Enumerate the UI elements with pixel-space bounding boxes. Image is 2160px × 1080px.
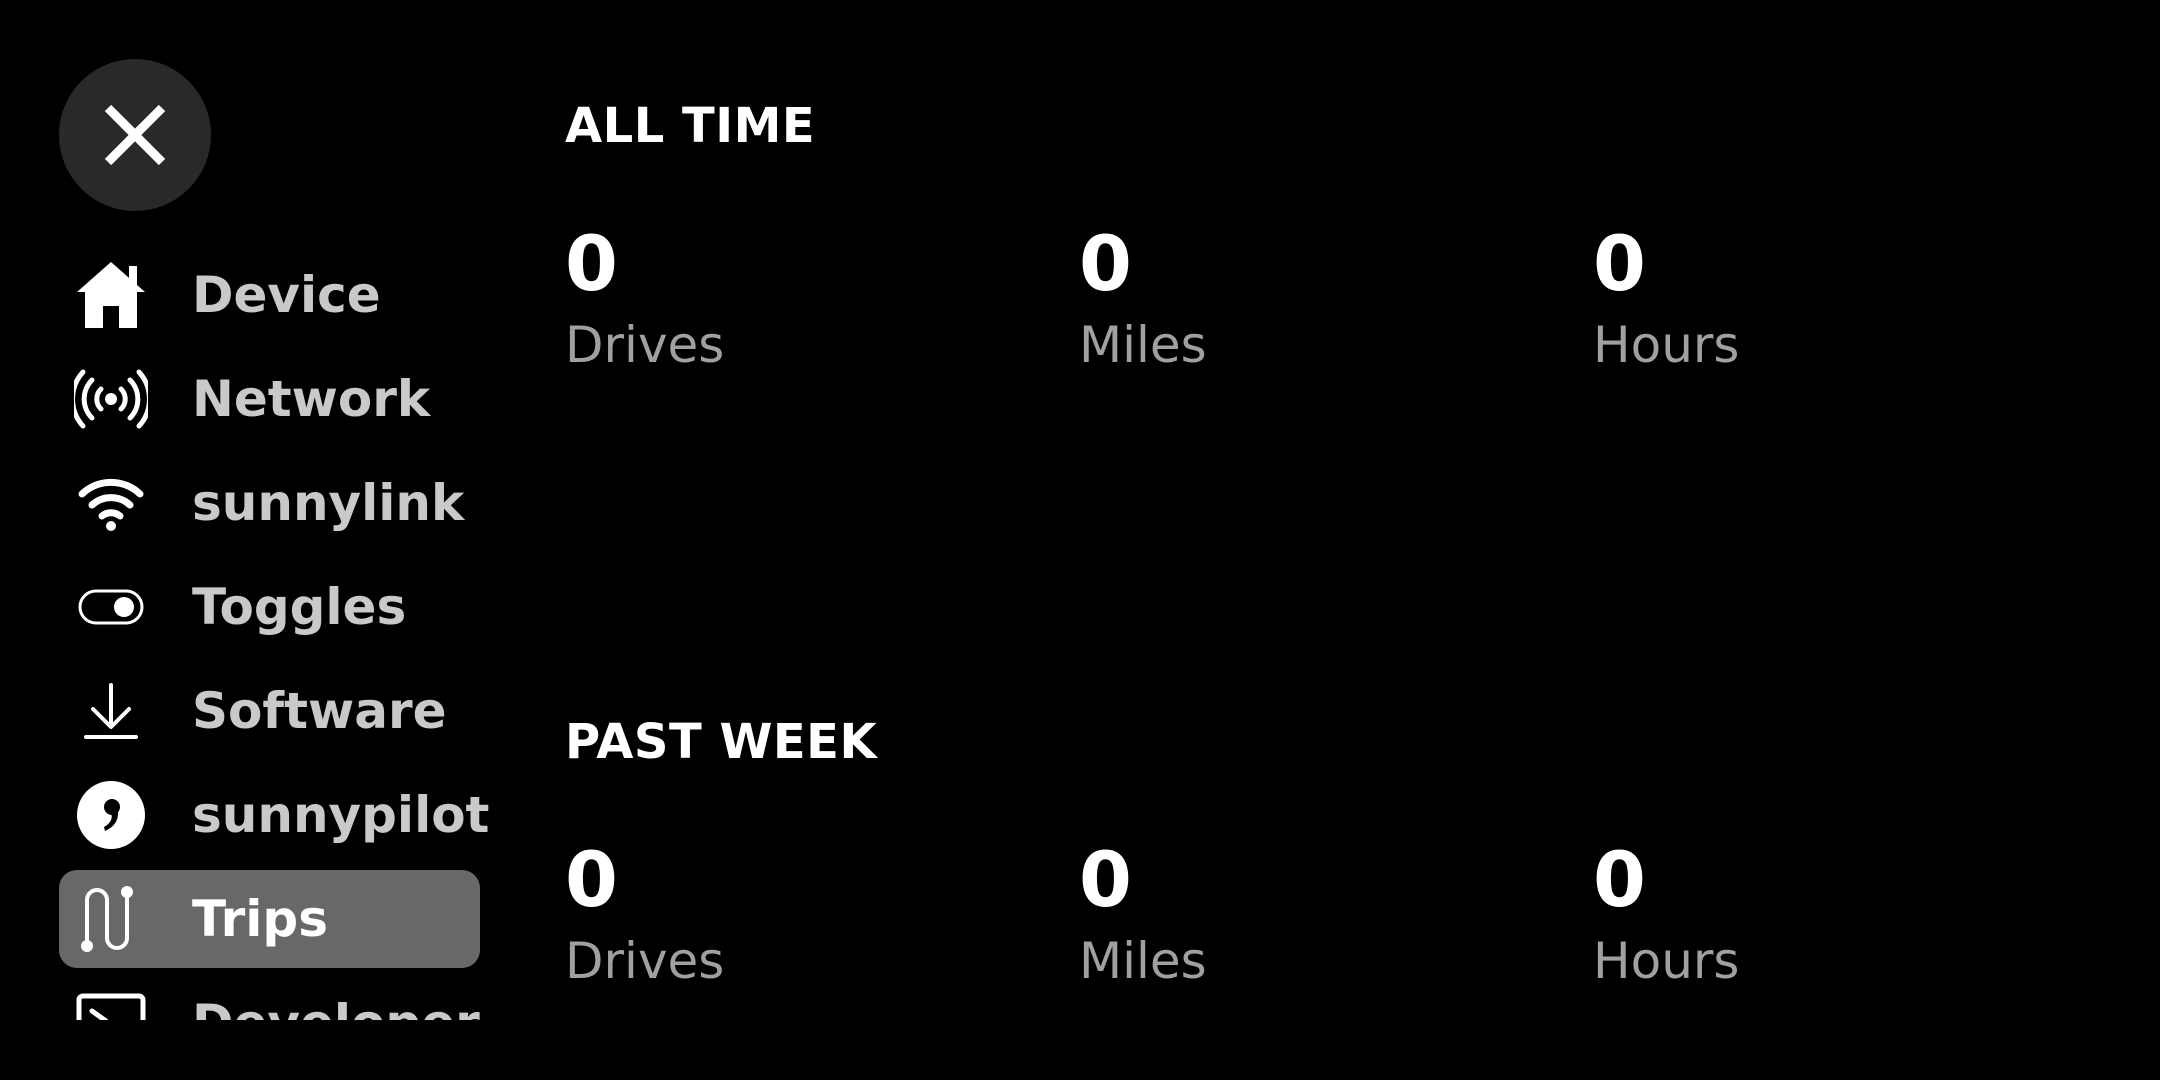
sunnypilot-logo-icon (73, 780, 149, 850)
sidebar-item-toggles[interactable]: Toggles (59, 558, 480, 656)
sidebar-item-device[interactable]: Device (59, 246, 480, 344)
sidebar-item-software[interactable]: Software (59, 662, 480, 760)
stat-unit: Drives (565, 932, 725, 990)
stat-unit: Miles (1079, 316, 1207, 374)
trips-settings-screen: Device Network sunnylink Toggles Softwar… (0, 0, 2160, 1080)
stat-value: 0 (1079, 835, 1132, 924)
stat-value: 0 (565, 835, 618, 924)
sidebar-item-sunnylink[interactable]: sunnylink (59, 454, 480, 552)
sidebar-item-label: Network (192, 370, 431, 428)
stat-unit: Drives (565, 316, 725, 374)
stat-value: 0 (565, 219, 618, 308)
sidebar-item-label: sunnylink (192, 474, 465, 532)
sidebar-item-label: Developer (192, 994, 480, 1020)
sidebar-nav: Device Network sunnylink Toggles Softwar… (0, 240, 500, 1020)
stat-unit: Miles (1079, 932, 1207, 990)
close-icon (104, 104, 166, 166)
terminal-icon (73, 988, 149, 1020)
wifi-icon (73, 468, 149, 538)
sidebar-item-label: Trips (192, 890, 328, 948)
stat-unit: Hours (1593, 932, 1740, 990)
sidebar-item-network[interactable]: Network (59, 350, 480, 448)
trips-content: ALL TIME 0 Drives 0 Miles 0 Hours PAST W… (565, 0, 2125, 1080)
sidebar-item-label: Device (192, 266, 381, 324)
stat-value: 0 (1593, 835, 1646, 924)
stat-unit: Hours (1593, 316, 1740, 374)
sidebar-item-label: Toggles (192, 578, 407, 636)
sidebar-item-label: Software (192, 682, 447, 740)
toggle-icon (73, 572, 149, 642)
route-icon (73, 884, 149, 954)
sidebar-item-developer[interactable]: Developer (59, 974, 480, 1020)
sidebar-item-label: sunnypilot (192, 786, 490, 844)
broadcast-icon (73, 364, 149, 434)
close-button[interactable] (59, 59, 211, 211)
sidebar-item-trips[interactable]: Trips (59, 870, 480, 968)
stat-value: 0 (1079, 219, 1132, 308)
download-icon (73, 676, 149, 746)
home-icon (73, 260, 149, 330)
stat-value: 0 (1593, 219, 1646, 308)
past-week-title: PAST WEEK (565, 714, 878, 770)
settings-sidebar: Device Network sunnylink Toggles Softwar… (0, 0, 500, 1080)
sidebar-item-sunnypilot[interactable]: sunnypilot (59, 766, 489, 864)
all-time-title: ALL TIME (565, 98, 816, 154)
